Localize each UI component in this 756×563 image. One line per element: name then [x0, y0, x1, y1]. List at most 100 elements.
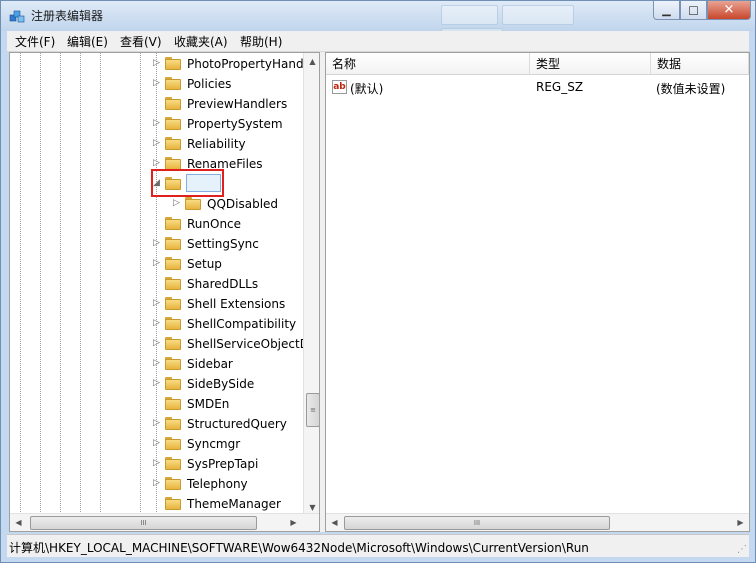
tree-item[interactable]: PreviewHandlers [10, 94, 305, 114]
tree-item-label: SharedDLLs [187, 277, 259, 291]
scroll-right-arrow-icon[interactable]: ▶ [285, 514, 302, 531]
value-data: (数值未设置) [656, 82, 726, 96]
run-key-red-highlight [151, 169, 224, 197]
status-bar: 计算机\HKEY_LOCAL_MACHINE\SOFTWARE\Wow6432N… [7, 534, 749, 557]
tree-item-label: Setup [187, 257, 222, 271]
expand-arrow-icon[interactable]: ▷ [152, 459, 161, 468]
tree-item[interactable]: ▷ SettingSync [10, 234, 305, 254]
tree-item-label: Telephony [187, 477, 248, 491]
folder-icon [165, 457, 181, 470]
tree-item[interactable]: ▷ Syncmgr [10, 434, 305, 454]
tree-item[interactable]: ▷ Reliability [10, 134, 305, 154]
tree-item[interactable]: ▷ PropertySystem [10, 114, 305, 134]
column-header-data[interactable]: 数据 [651, 53, 749, 75]
scroll-left-arrow-icon[interactable]: ◀ [326, 514, 343, 531]
folder-icon [165, 497, 181, 510]
tree-item[interactable]: ▷ SideBySide [10, 374, 305, 394]
scroll-up-arrow-icon[interactable]: ▲ [304, 53, 319, 70]
expand-arrow-icon[interactable]: ▷ [152, 259, 161, 268]
tree-item[interactable]: ▷ Policies [10, 74, 305, 94]
column-header-type[interactable]: 类型 [530, 53, 651, 75]
tree-item-label: RunOnce [187, 217, 242, 231]
tree-item[interactable]: ▷ StructuredQuery [10, 414, 305, 434]
tree-item[interactable]: ▷ PhotoPropertyHand [10, 54, 305, 74]
value-list-pane[interactable]: 名称 类型 数据 ab (默认) REG_SZ (数值未设置) ◀ III ▶ [325, 52, 750, 532]
tree-item-label: Syncmgr [187, 437, 241, 451]
window-controls: ▁ □ ✕ [653, 1, 751, 21]
string-value-icon: ab [332, 80, 347, 94]
tree-item[interactable]: SharedDLLs [10, 274, 305, 294]
expand-arrow-icon[interactable]: ▷ [152, 439, 161, 448]
folder-icon [165, 237, 181, 250]
tree-item-label: SideBySide [187, 377, 255, 391]
folder-icon [165, 117, 181, 130]
resize-grip-icon[interactable]: ⋰ [737, 544, 747, 555]
tree-item[interactable]: ▷ Telephony [10, 474, 305, 494]
folder-icon [165, 297, 181, 310]
tree-connector [152, 99, 161, 108]
expand-arrow-icon[interactable]: ▷ [152, 479, 161, 488]
tree-item[interactable]: ▷ Shell Extensions [10, 294, 305, 314]
tree-item[interactable]: ▷ Sidebar [10, 354, 305, 374]
expand-arrow-icon[interactable]: ▷ [152, 239, 161, 248]
tree-item[interactable]: RunOnce [10, 214, 305, 234]
expand-arrow-icon[interactable]: ▷ [152, 79, 161, 88]
expand-arrow-icon[interactable]: ▷ [152, 379, 161, 388]
tree-connector [152, 499, 161, 508]
folder-icon [165, 337, 181, 350]
expand-arrow-icon[interactable]: ▷ [152, 419, 161, 428]
expand-arrow-icon[interactable]: ▷ [152, 339, 161, 348]
expand-arrow-icon[interactable]: ▷ [152, 119, 161, 128]
column-header-name[interactable]: 名称 [326, 53, 530, 75]
tree-item[interactable]: SMDEn [10, 394, 305, 414]
menu-file[interactable]: 文件(F) [15, 33, 55, 50]
close-button[interactable]: ✕ [707, 1, 751, 20]
expand-arrow-icon[interactable]: ▷ [172, 199, 181, 208]
folder-icon [165, 317, 181, 330]
tree-connector [152, 279, 161, 288]
expand-arrow-icon[interactable]: ▷ [152, 319, 161, 328]
folder-icon [165, 477, 181, 490]
tree-item[interactable]: ▷ ShellServiceObjectD [10, 334, 309, 354]
maximize-icon: □ [688, 3, 699, 17]
tree-item[interactable]: ThemeManager [10, 494, 305, 514]
tree-item-label: PreviewHandlers [187, 97, 288, 111]
list-horizontal-scrollbar[interactable]: ◀ III ▶ [326, 513, 749, 531]
tree-vertical-scroll-thumb[interactable]: ≡ [306, 393, 319, 427]
menu-help[interactable]: 帮助(H) [240, 33, 282, 50]
menu-favorites[interactable]: 收藏夹(A) [174, 33, 228, 50]
tree-item[interactable]: ▷ QQDisabled [10, 194, 305, 214]
value-row[interactable]: ab (默认) REG_SZ (数值未设置) [326, 77, 749, 97]
expand-arrow-icon[interactable]: ▷ [152, 359, 161, 368]
value-type: REG_SZ [536, 80, 584, 94]
title-bar[interactable]: 注册表编辑器 ▁ □ ✕ [1, 1, 755, 48]
scroll-left-arrow-icon[interactable]: ◀ [10, 514, 27, 531]
expand-arrow-icon[interactable]: ▷ [152, 159, 161, 168]
maximize-button[interactable]: □ [680, 1, 707, 20]
expand-arrow-icon[interactable]: ▷ [152, 139, 161, 148]
menu-view[interactable]: 查看(V) [120, 33, 162, 50]
scroll-right-arrow-icon[interactable]: ▶ [732, 514, 749, 531]
folder-icon [165, 437, 181, 450]
key-tree-pane[interactable]: ▷ PhotoPropertyHand ▷ Policies PreviewHandle… [9, 52, 320, 532]
expand-arrow-icon[interactable]: ▷ [152, 299, 161, 308]
tree-item-label: Policies [187, 77, 232, 91]
tree-vertical-scrollbar[interactable]: ▲ ≡ ▼ [303, 53, 319, 516]
tree-item[interactable]: ▷ Setup [10, 254, 305, 274]
tree-horizontal-scrollbar[interactable]: ◀ III ▶ [10, 513, 319, 531]
minimize-button[interactable]: ▁ [653, 1, 680, 20]
tree-item[interactable]: ▷ SysPrepTapi [10, 454, 305, 474]
tree-item-label: ThemeManager [187, 497, 281, 511]
folder-icon [165, 217, 181, 230]
folder-icon [185, 197, 201, 210]
tree-item-label: PhotoPropertyHand [187, 57, 304, 71]
tree-item-label: Sidebar [187, 357, 233, 371]
list-horizontal-scroll-thumb[interactable]: III [344, 516, 610, 530]
menu-edit[interactable]: 编辑(E) [67, 33, 108, 50]
folder-icon [165, 97, 181, 110]
tree-item-label: Shell Extensions [187, 297, 286, 311]
expand-arrow-icon[interactable]: ▷ [152, 59, 161, 68]
tree-horizontal-scroll-thumb[interactable]: III [30, 516, 257, 530]
tree-item[interactable]: ▷ ShellCompatibility [10, 314, 305, 334]
folder-icon [165, 57, 181, 70]
